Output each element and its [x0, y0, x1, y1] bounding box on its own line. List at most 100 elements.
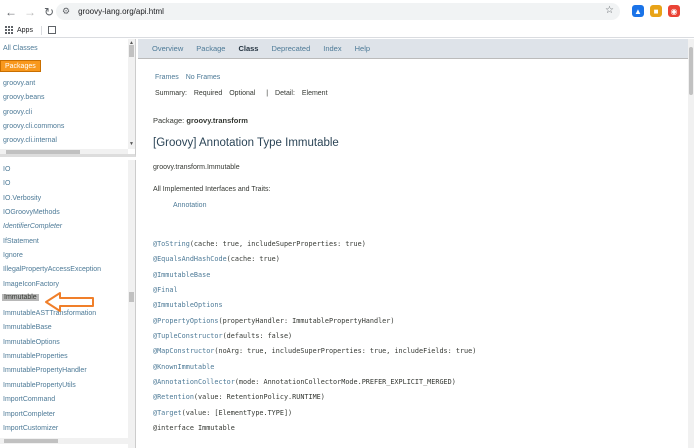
annotation-link[interactable]: @EqualsAndHashCode: [153, 255, 227, 263]
annotation-line: @Final: [153, 286, 178, 294]
main-vscroll-thumb[interactable]: [689, 47, 693, 95]
package-name: groovy.transform: [186, 116, 248, 125]
class-link[interactable]: ImmutablePropertyUtils: [3, 382, 76, 389]
classes-vscroll-thumb[interactable]: [129, 292, 134, 302]
classes-hscrollbar[interactable]: [0, 438, 128, 444]
packages-hscrollbar[interactable]: [0, 149, 128, 154]
annotation-args: (value: [ElementType.TYPE]): [181, 409, 293, 417]
annotation-line: @EqualsAndHashCode(cache: true): [153, 255, 280, 263]
class-link[interactable]: ImportCommand: [3, 396, 55, 403]
apps-grid-icon[interactable]: [5, 26, 13, 34]
class-link[interactable]: IO.Verbosity: [3, 195, 41, 202]
bookmarks-divider: [40, 25, 42, 35]
annotation-link[interactable]: @MapConstructor: [153, 347, 214, 355]
top-navigation: Overview Package Class Deprecated Index …: [138, 39, 688, 59]
main-vscrollbar[interactable]: [688, 39, 694, 448]
back-icon[interactable]: ←: [3, 4, 19, 20]
declaration-text: @interface Immutable: [153, 424, 235, 432]
classes-hscroll-thumb[interactable]: [4, 439, 58, 443]
extension-2-icon[interactable]: ■: [650, 5, 662, 17]
class-link[interactable]: ImmutableBase: [3, 324, 52, 331]
package-line: Package: groovy.transform: [153, 116, 248, 125]
annotation-interface-link[interactable]: Annotation: [173, 202, 206, 209]
package-link[interactable]: groovy.cli.commons: [3, 123, 64, 130]
nav-deprecated[interactable]: Deprecated: [271, 44, 310, 53]
annotation-line: @AnnotationCollector(mode: AnnotationCol…: [153, 378, 456, 386]
browser-toolbar: ← → ↻ ⚙ groovy-lang.org/api.html ☆ ▲ ■ ◉: [0, 0, 694, 23]
package-label: Package:: [153, 116, 185, 125]
forward-icon[interactable]: →: [22, 4, 38, 20]
detail-element: Element: [301, 90, 328, 97]
url-text: groovy-lang.org/api.html: [78, 7, 164, 16]
annotation-args: (defaults: false): [222, 332, 293, 340]
all-classes-link[interactable]: All Classes: [3, 45, 38, 52]
annotation-link[interactable]: @Retention: [153, 393, 194, 401]
annotation-args: (mode: AnnotationCollectorMode.PREFER_EX…: [234, 378, 456, 386]
annotation-link[interactable]: @TupleConstructor: [153, 332, 223, 340]
no-frames-link[interactable]: No Frames: [186, 74, 221, 81]
package-link[interactable]: groovy.beans: [3, 94, 45, 101]
annotation-link[interactable]: @ImmutableOptions: [153, 301, 223, 309]
class-link[interactable]: ImmutableOptions: [3, 339, 60, 346]
class-link[interactable]: IfStatement: [3, 238, 39, 245]
annotation-line: @Retention(value: RetentionPolicy.RUNTIM…: [153, 393, 325, 401]
scroll-down-icon[interactable]: ▼: [129, 141, 134, 147]
reload-icon[interactable]: ↻: [41, 4, 57, 20]
annotation-args: (value: RetentionPolicy.RUNTIME): [193, 393, 325, 401]
apps-bookmark[interactable]: Apps: [17, 27, 33, 34]
annotation-link[interactable]: @PropertyOptions: [153, 317, 218, 325]
annotation-args: (noArg: true, includeSuperProperties: tr…: [214, 347, 477, 355]
packages-vscroll-thumb[interactable]: [129, 45, 134, 57]
class-link[interactable]: Ignore: [3, 252, 23, 259]
annotation-args: (cache: true, includeSuperProperties: tr…: [189, 240, 366, 248]
qr-code-icon[interactable]: [47, 26, 56, 34]
extension-3-icon[interactable]: ◉: [668, 5, 680, 17]
nav-overview[interactable]: Overview: [152, 44, 183, 53]
package-link[interactable]: groovy.ant: [3, 80, 35, 87]
interfaces-label: All Implemented Interfaces and Traits:: [153, 186, 271, 193]
class-link[interactable]: IO: [3, 166, 10, 173]
nav-index[interactable]: Index: [323, 44, 341, 53]
orange-arrow-callout-icon: [45, 292, 94, 312]
class-link[interactable]: ImmutablePropertyHandler: [3, 367, 87, 374]
summary-label: Summary:: [155, 90, 187, 97]
annotation-link[interactable]: @Target: [153, 409, 182, 417]
packages-vscrollbar[interactable]: ▲ ▼: [128, 39, 135, 149]
bookmark-star-icon[interactable]: ☆: [605, 5, 614, 16]
class-link[interactable]: IOGroovyMethods: [3, 209, 60, 216]
bookmarks-bar: Apps: [0, 23, 694, 38]
interface-declaration: @interface Immutable: [153, 424, 235, 432]
extension-1-icon[interactable]: ▲: [632, 5, 644, 17]
package-link[interactable]: groovy.cli.internal: [3, 137, 57, 144]
package-link[interactable]: groovy.cli: [3, 109, 32, 116]
site-info-icon[interactable]: ⚙: [62, 6, 70, 17]
annotation-line: @KnownImmutable: [153, 363, 214, 371]
nav-package[interactable]: Package: [196, 44, 225, 53]
class-link[interactable]: ImportCompleter: [3, 411, 55, 418]
summary-detail-row: Summary: Required Optional | Detail: Ele…: [155, 90, 333, 97]
class-link[interactable]: IllegalPropertyAccessException: [3, 266, 101, 273]
class-link[interactable]: ImageIconFactory: [3, 281, 59, 288]
packages-frame: All Classes Packages groovy.ant groovy.b…: [0, 39, 136, 157]
packages-hscroll-thumb[interactable]: [6, 150, 80, 154]
frames-link[interactable]: Frames: [155, 74, 179, 81]
classes-vscrollbar[interactable]: [128, 160, 135, 448]
class-link[interactable]: ImmutableProperties: [3, 353, 68, 360]
page-title: [Groovy] Annotation Type Immutable: [153, 137, 339, 149]
annotation-link[interactable]: @KnownImmutable: [153, 363, 214, 371]
class-link[interactable]: IO: [3, 180, 10, 187]
annotation-link[interactable]: @ToString: [153, 240, 190, 248]
detail-label: Detail:: [275, 90, 295, 97]
annotation-line: @ImmutableBase: [153, 271, 210, 279]
annotation-link[interactable]: @AnnotationCollector: [153, 378, 235, 386]
class-link[interactable]: ImportCustomizer: [3, 425, 58, 432]
nav-help[interactable]: Help: [355, 44, 370, 53]
class-link-selected[interactable]: Immutable: [2, 294, 39, 301]
annotation-link[interactable]: @ImmutableBase: [153, 271, 210, 279]
address-bar[interactable]: ⚙ groovy-lang.org/api.html ☆: [56, 3, 620, 20]
annotation-link[interactable]: @Final: [153, 286, 178, 294]
annotation-line: @ImmutableOptions: [153, 301, 223, 309]
annotation-args: (propertyHandler: ImmutablePropertyHandl…: [218, 317, 395, 325]
packages-badge: Packages: [0, 60, 41, 72]
class-link[interactable]: IdentifierCompleter: [3, 223, 62, 230]
